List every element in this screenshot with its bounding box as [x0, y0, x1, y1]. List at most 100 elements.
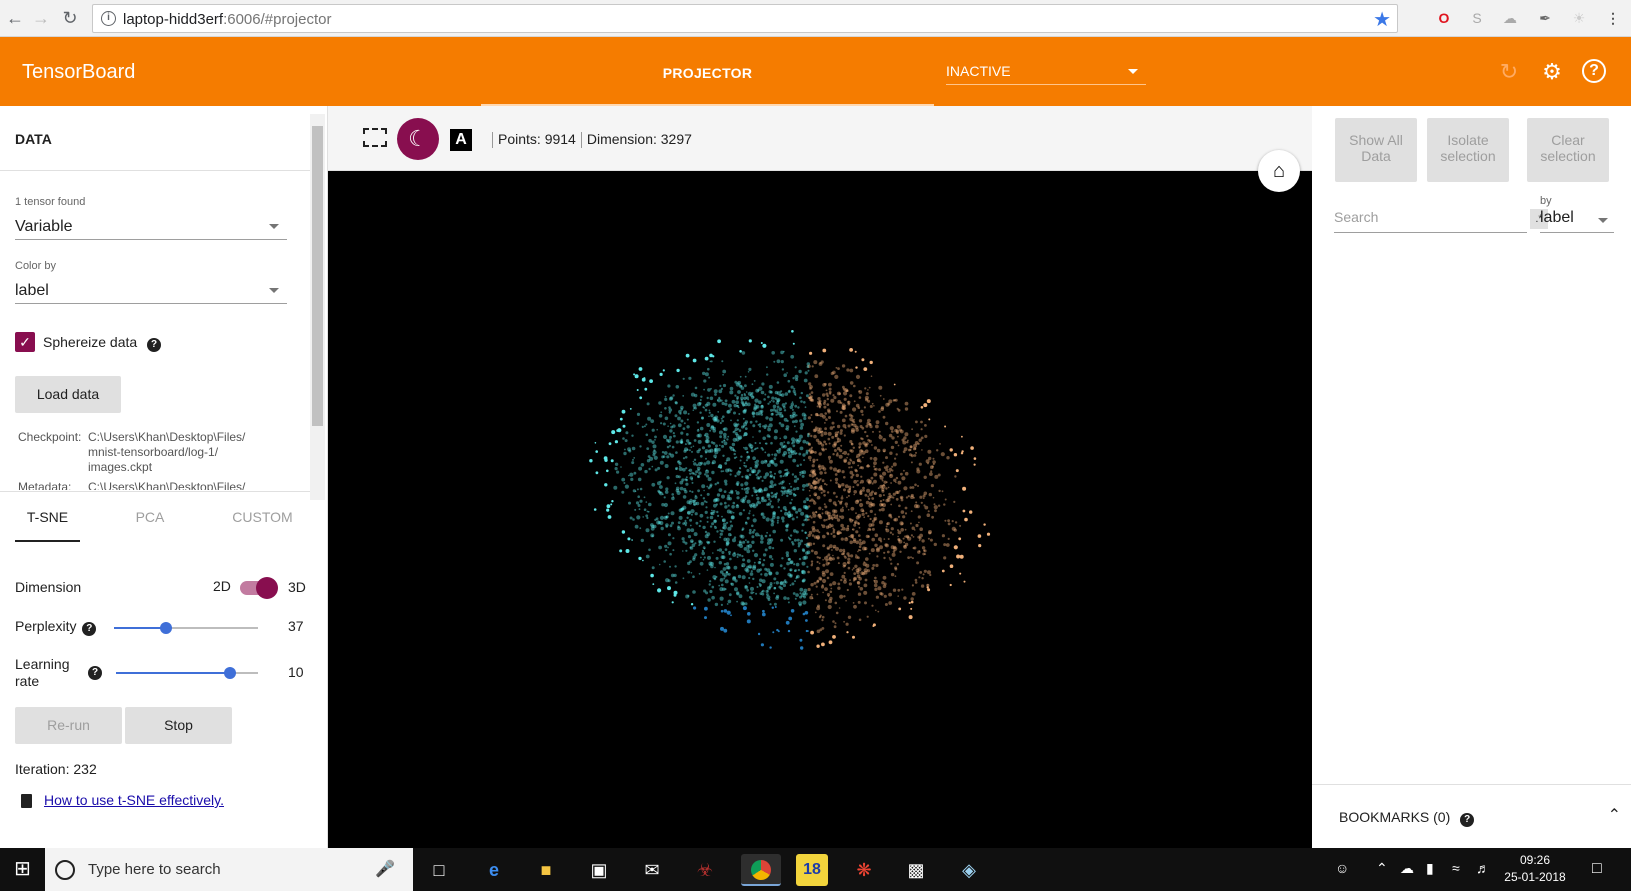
- data-point[interactable]: [743, 464, 746, 467]
- data-point[interactable]: [664, 544, 668, 548]
- data-point[interactable]: [890, 527, 894, 531]
- reload-icon[interactable]: ↻: [59, 7, 81, 29]
- data-point[interactable]: [719, 384, 722, 387]
- data-point[interactable]: [927, 570, 931, 575]
- data-point[interactable]: [646, 447, 650, 450]
- data-point[interactable]: [749, 467, 753, 470]
- data-point[interactable]: [838, 454, 843, 459]
- data-point[interactable]: [810, 560, 814, 563]
- data-point[interactable]: [747, 371, 750, 373]
- data-point[interactable]: [708, 376, 711, 379]
- data-point[interactable]: [827, 410, 831, 414]
- file-explorer-icon[interactable]: ■: [530, 854, 562, 886]
- data-point[interactable]: [698, 401, 702, 405]
- data-point[interactable]: [834, 374, 839, 379]
- data-point[interactable]: [755, 459, 759, 463]
- menu-icon[interactable]: ⋮: [1603, 8, 1623, 28]
- data-point[interactable]: [628, 501, 631, 505]
- data-point[interactable]: [716, 399, 719, 402]
- data-point[interactable]: [760, 573, 763, 576]
- data-point[interactable]: [732, 576, 736, 581]
- data-point[interactable]: [729, 520, 732, 523]
- data-point[interactable]: [767, 502, 772, 506]
- data-point[interactable]: [760, 540, 764, 544]
- data-point[interactable]: [723, 577, 726, 580]
- data-point[interactable]: [893, 383, 896, 386]
- data-point[interactable]: [863, 590, 868, 595]
- data-point[interactable]: [955, 469, 959, 473]
- skype-extension-icon[interactable]: S: [1467, 8, 1487, 28]
- data-point[interactable]: [796, 464, 799, 468]
- data-point[interactable]: [855, 374, 861, 379]
- data-point[interactable]: [834, 473, 838, 476]
- data-point[interactable]: [868, 492, 873, 497]
- data-point[interactable]: [771, 412, 774, 415]
- data-point[interactable]: [847, 508, 850, 511]
- data-point[interactable]: [904, 506, 908, 510]
- data-point[interactable]: [890, 572, 895, 577]
- data-point[interactable]: [867, 515, 870, 518]
- data-point[interactable]: [894, 517, 898, 522]
- data-point[interactable]: [708, 411, 711, 414]
- data-point[interactable]: [667, 512, 670, 515]
- data-point[interactable]: [848, 466, 851, 469]
- data-point[interactable]: [903, 544, 907, 548]
- data-point[interactable]: [897, 538, 900, 541]
- data-point[interactable]: [647, 455, 651, 458]
- data-point[interactable]: [921, 449, 923, 451]
- data-point[interactable]: [690, 528, 695, 533]
- data-point[interactable]: [705, 457, 707, 460]
- data-point[interactable]: [672, 549, 675, 552]
- data-point[interactable]: [621, 490, 625, 494]
- data-point[interactable]: [770, 459, 774, 463]
- data-point[interactable]: [741, 527, 745, 530]
- data-point[interactable]: [728, 491, 731, 494]
- data-point[interactable]: [909, 448, 912, 451]
- data-point[interactable]: [852, 486, 855, 488]
- data-point[interactable]: [873, 479, 877, 484]
- data-point[interactable]: [678, 475, 681, 479]
- data-point[interactable]: [693, 439, 697, 442]
- data-point[interactable]: [803, 595, 807, 599]
- data-point[interactable]: [736, 496, 740, 500]
- data-point[interactable]: [764, 534, 768, 538]
- data-point[interactable]: [758, 501, 761, 505]
- data-point[interactable]: [809, 459, 812, 462]
- data-point[interactable]: [643, 425, 646, 428]
- data-point[interactable]: [756, 496, 760, 501]
- data-point[interactable]: [787, 379, 791, 383]
- data-point[interactable]: [659, 480, 662, 483]
- data-point[interactable]: [810, 484, 813, 487]
- data-point[interactable]: [839, 429, 843, 433]
- data-point[interactable]: [816, 593, 819, 596]
- search-by-select[interactable]: label: [1540, 209, 1614, 233]
- isolate-selection-button[interactable]: Isolate selection: [1427, 118, 1509, 182]
- data-point[interactable]: [746, 589, 749, 592]
- data-point[interactable]: [857, 549, 861, 552]
- data-point[interactable]: [830, 532, 833, 535]
- data-point[interactable]: [844, 556, 847, 559]
- data-point[interactable]: [849, 540, 853, 545]
- data-point[interactable]: [706, 396, 709, 400]
- data-point[interactable]: [735, 482, 739, 486]
- data-point[interactable]: [724, 505, 728, 509]
- data-point[interactable]: [787, 390, 791, 394]
- data-point[interactable]: [708, 415, 710, 418]
- data-point[interactable]: [803, 378, 808, 383]
- data-point[interactable]: [934, 474, 939, 479]
- data-point[interactable]: [696, 434, 700, 438]
- data-point[interactable]: [754, 465, 758, 469]
- data-point[interactable]: [746, 619, 751, 624]
- data-point[interactable]: [810, 583, 814, 587]
- data-point[interactable]: [722, 522, 727, 527]
- data-point[interactable]: [818, 452, 822, 456]
- data-point[interactable]: [723, 609, 728, 613]
- data-point[interactable]: [873, 446, 878, 450]
- data-point[interactable]: [927, 510, 930, 513]
- data-point[interactable]: [858, 545, 862, 549]
- data-point[interactable]: [702, 558, 705, 561]
- data-point[interactable]: [825, 389, 828, 392]
- data-point[interactable]: [714, 393, 717, 396]
- data-point[interactable]: [759, 442, 761, 445]
- data-point[interactable]: [801, 570, 806, 575]
